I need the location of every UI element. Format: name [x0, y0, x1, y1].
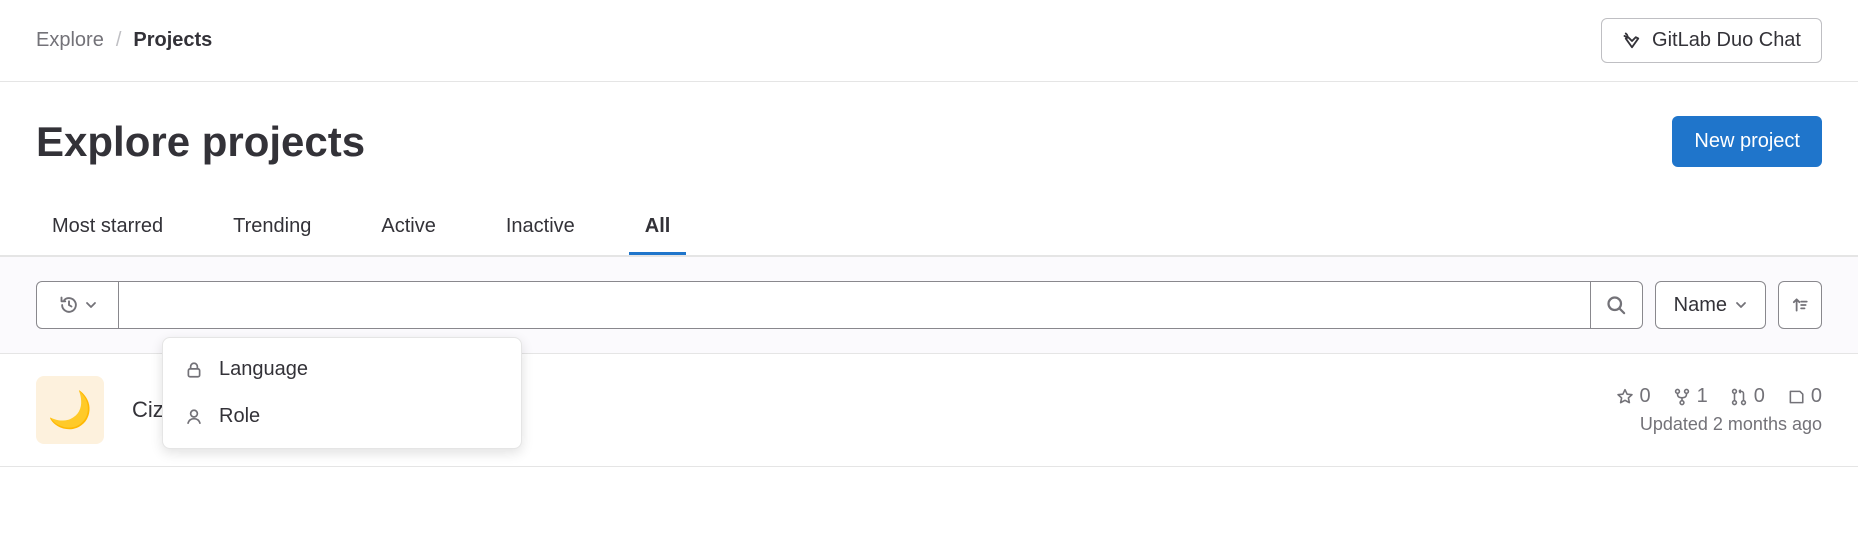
fork-icon [1673, 388, 1691, 406]
gitlab-duo-chat-label: GitLab Duo Chat [1652, 29, 1801, 52]
merge-request-icon [1730, 388, 1748, 406]
breadcrumb-root[interactable]: Explore [36, 29, 104, 52]
tab-trending[interactable]: Trending [217, 203, 327, 255]
new-project-button[interactable]: New project [1672, 116, 1822, 167]
breadcrumb: Explore / Projects [36, 29, 212, 52]
stat-issues[interactable]: 0 [1787, 385, 1822, 408]
chevron-down-icon [85, 299, 97, 311]
search-input[interactable] [119, 282, 1590, 328]
issues-icon [1787, 388, 1805, 406]
tab-inactive[interactable]: Inactive [490, 203, 591, 255]
project-name: Ciz [132, 397, 164, 423]
breadcrumb-current: Projects [133, 29, 212, 52]
sort-dropdown[interactable]: Name [1655, 281, 1766, 329]
tabs: Most starred Trending Active Inactive Al… [0, 203, 1858, 256]
tanuki-ai-icon [1622, 31, 1642, 51]
stat-stars[interactable]: 0 [1616, 385, 1651, 408]
search-filter-box [36, 281, 1643, 329]
filter-option-language[interactable]: Language [163, 346, 521, 393]
project-stats: 0 1 0 [1616, 385, 1823, 408]
filter-token-dropdown: Language Role [162, 337, 522, 449]
project-updated: Updated 2 months ago [1616, 414, 1823, 435]
tab-most-starred[interactable]: Most starred [36, 203, 179, 255]
search-icon [1606, 295, 1626, 315]
search-submit[interactable] [1590, 282, 1642, 328]
project-avatar: 🌙 [36, 376, 104, 444]
sort-direction-icon [1791, 296, 1809, 314]
history-icon [59, 295, 79, 315]
breadcrumb-separator: / [116, 29, 122, 52]
stat-forks[interactable]: 1 [1673, 385, 1708, 408]
star-icon [1616, 388, 1634, 406]
lock-icon [185, 361, 205, 379]
chevron-down-icon [1735, 299, 1747, 311]
sort-direction-button[interactable] [1778, 281, 1822, 329]
filter-option-label: Role [219, 405, 260, 428]
user-icon [185, 408, 205, 426]
filter-option-label: Language [219, 358, 308, 381]
stat-merge-requests[interactable]: 0 [1730, 385, 1765, 408]
tab-all[interactable]: All [629, 203, 687, 255]
gitlab-duo-chat-button[interactable]: GitLab Duo Chat [1601, 18, 1822, 63]
filter-option-role[interactable]: Role [163, 393, 521, 440]
search-history-dropdown[interactable] [37, 282, 119, 328]
sort-label: Name [1674, 294, 1727, 317]
tab-active[interactable]: Active [365, 203, 451, 255]
page-title: Explore projects [36, 118, 365, 166]
